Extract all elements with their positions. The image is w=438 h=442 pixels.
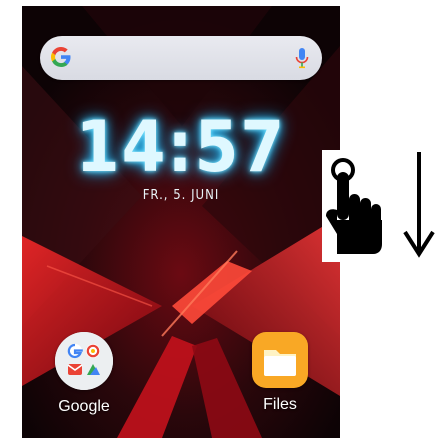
search-bar[interactable] <box>40 36 322 80</box>
swipe-down-gesture-hint <box>322 150 438 262</box>
arrow-down-icon <box>403 152 435 258</box>
files-folder-icon <box>252 332 308 388</box>
clock-widget[interactable]: 14:57 FR., 5. JUNI <box>22 112 340 203</box>
phone-home-screen: 14:57 FR., 5. JUNI Google Files <box>22 6 340 438</box>
app-google-folder[interactable]: Google <box>44 332 124 416</box>
google-g-icon <box>51 46 71 67</box>
microphone-icon[interactable] <box>294 47 310 69</box>
clock-time: 14:57 <box>75 106 287 188</box>
clock-date: FR., 5. JUNI <box>142 188 220 203</box>
app-files[interactable]: Files <box>240 332 320 414</box>
app-label-google: Google <box>58 398 110 415</box>
app-label-files: Files <box>263 396 297 413</box>
google-folder-icon <box>55 332 113 390</box>
